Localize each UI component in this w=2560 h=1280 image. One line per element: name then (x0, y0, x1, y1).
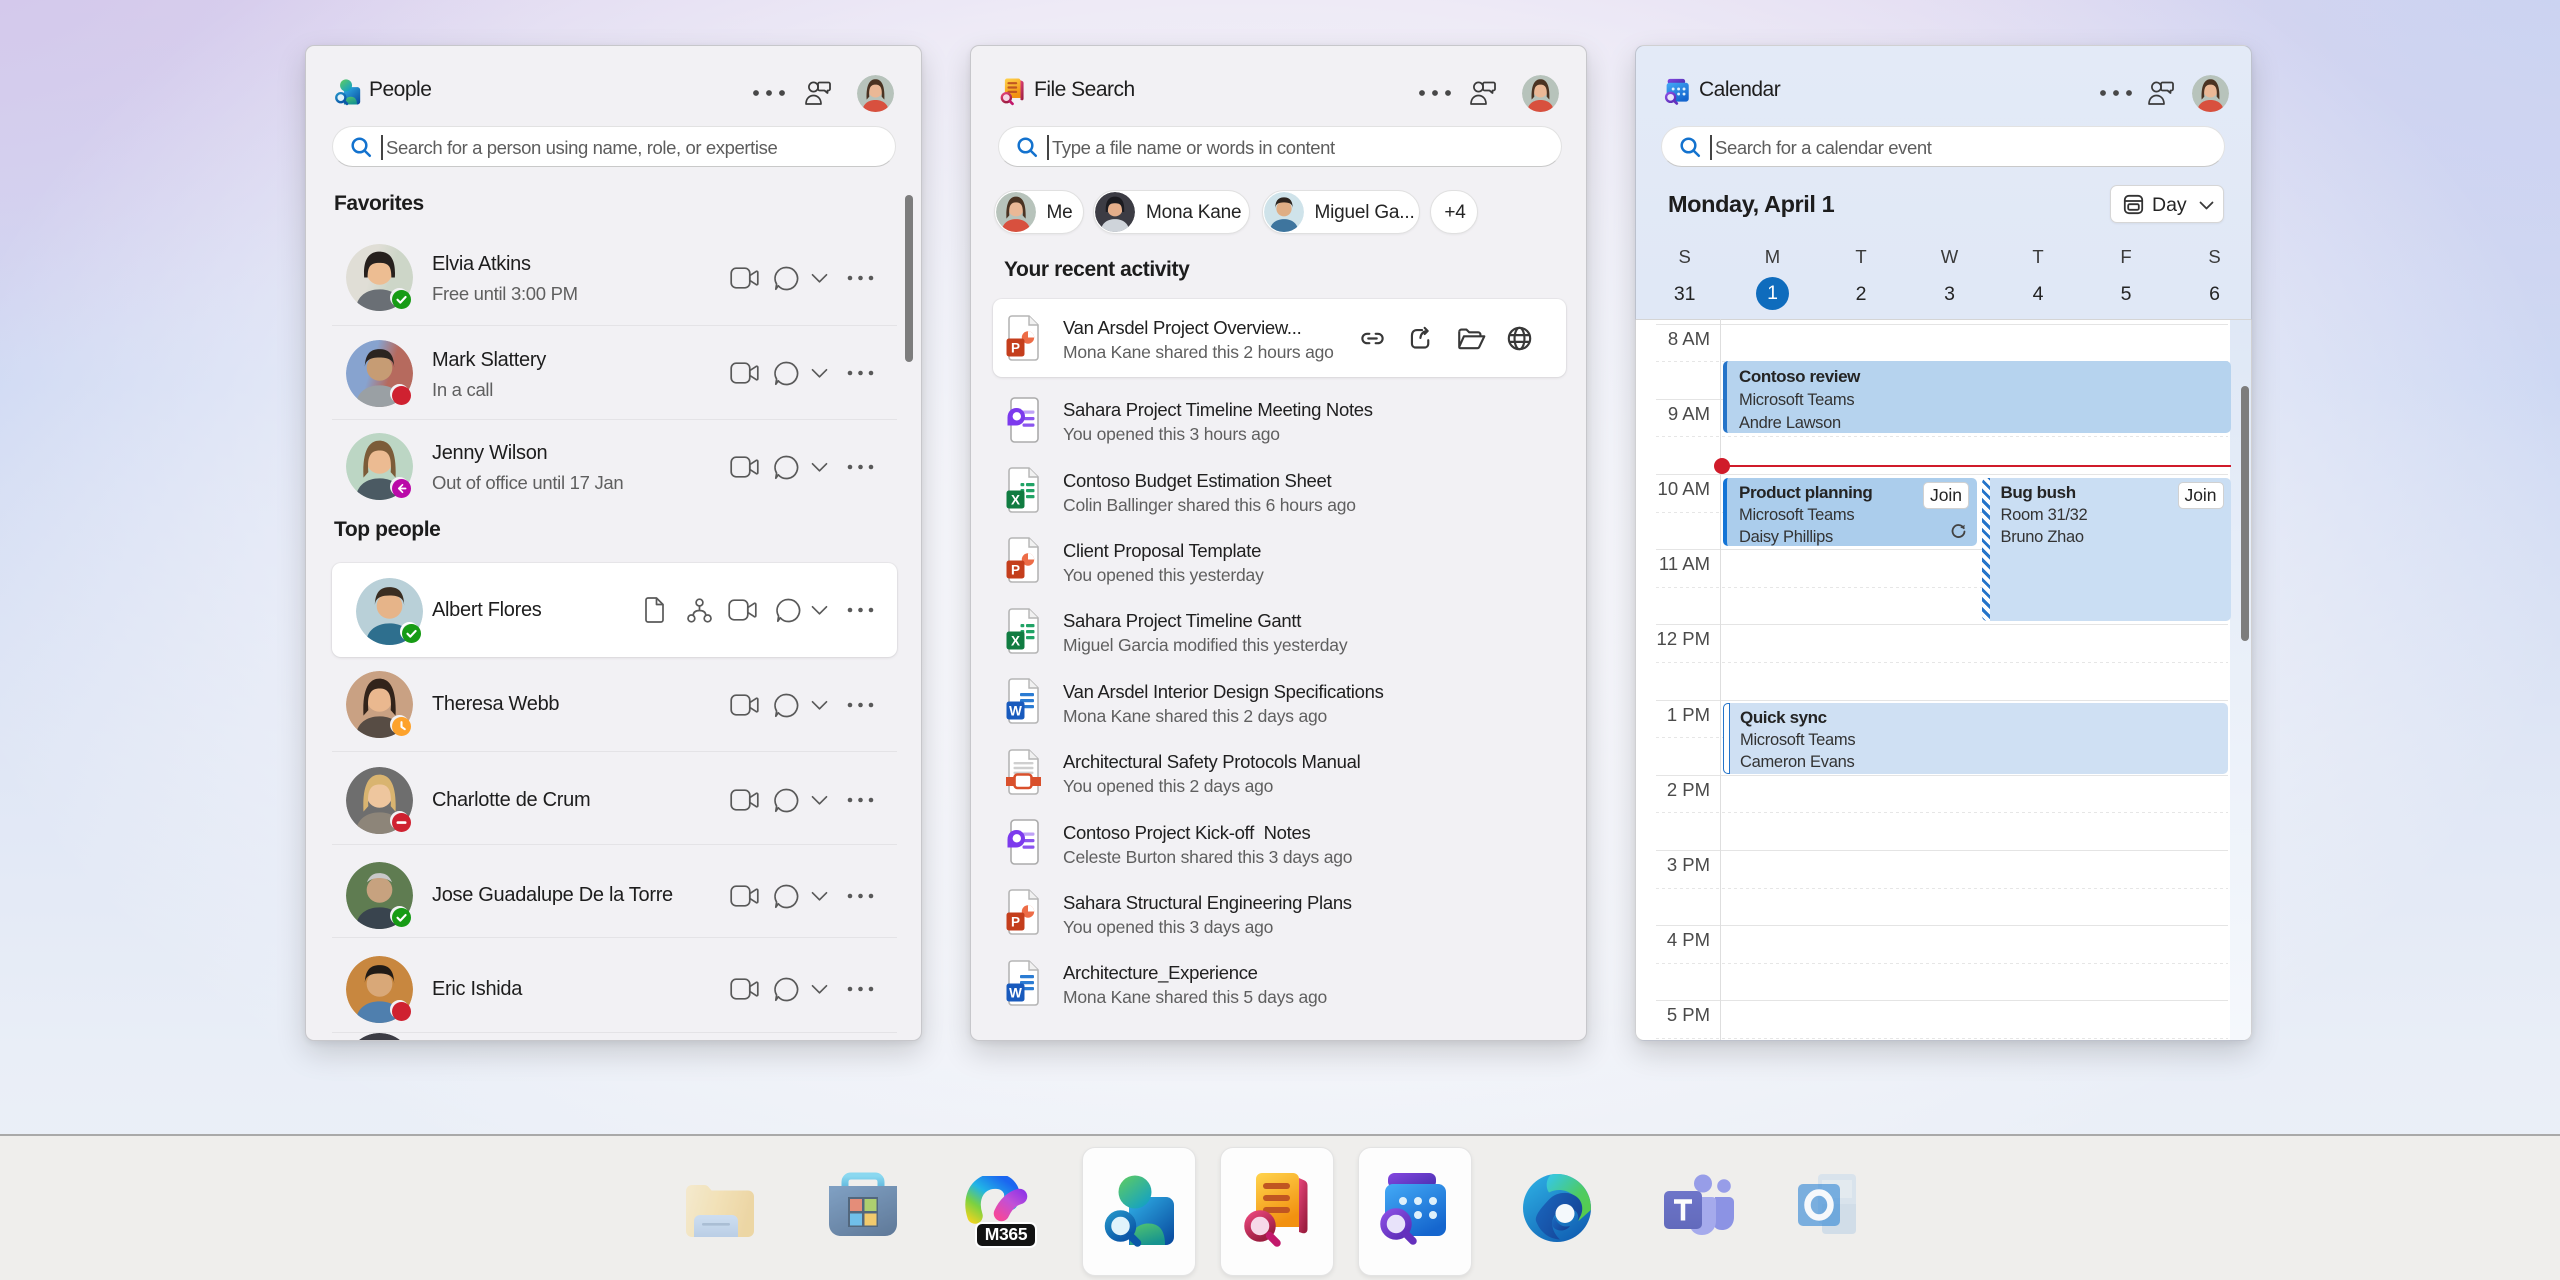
svg-text:W: W (1009, 704, 1022, 719)
svg-text:W: W (1009, 985, 1022, 1000)
svg-text:P: P (1011, 341, 1020, 356)
svg-text:X: X (1011, 493, 1020, 508)
svg-text:X: X (1011, 633, 1020, 648)
svg-text:P: P (1011, 915, 1020, 930)
svg-text:P: P (1011, 563, 1020, 578)
